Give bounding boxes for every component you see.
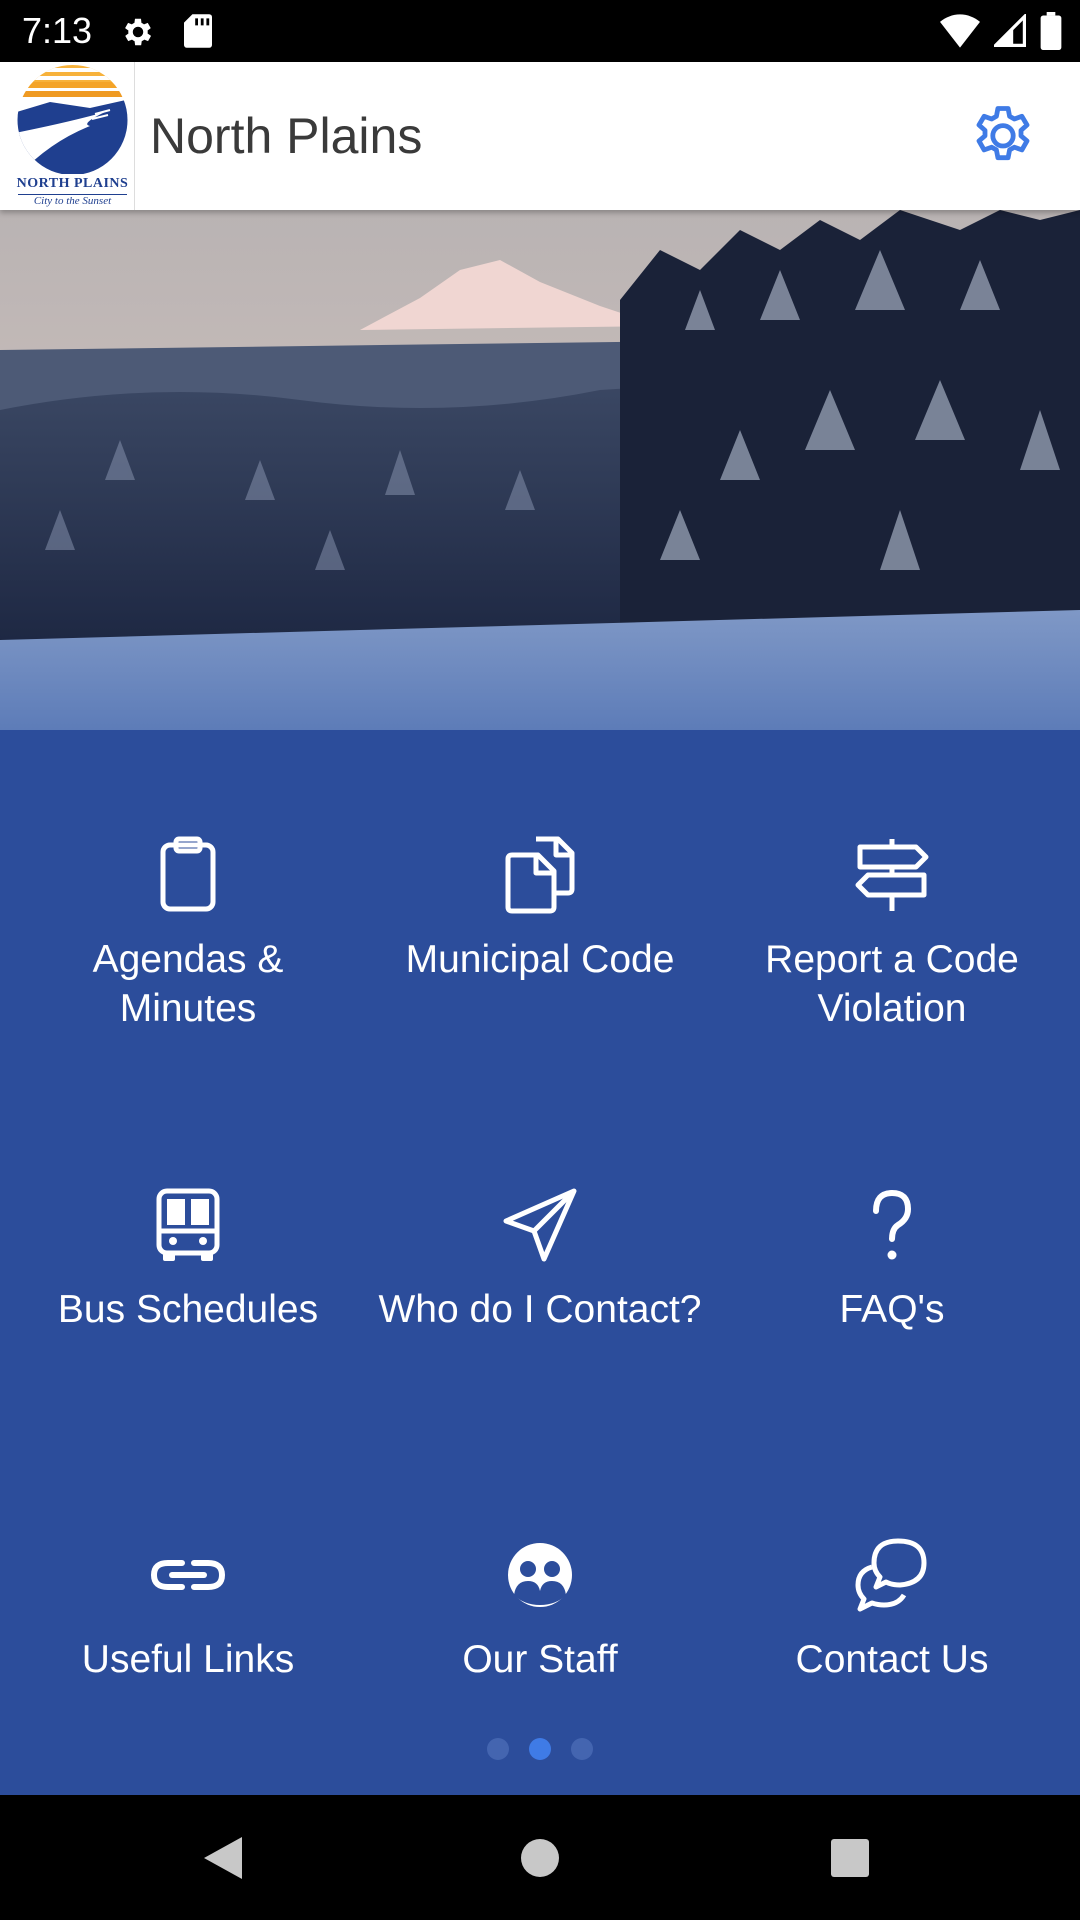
wifi-icon	[940, 14, 980, 48]
logo-tagline: City to the Sunset	[18, 194, 127, 207]
tile-label: Contact Us	[795, 1638, 989, 1681]
signal-icon	[994, 14, 1026, 47]
tile-label: Bus Schedules	[57, 1288, 319, 1331]
tile-label: Municipal Code	[405, 938, 675, 981]
winter-landscape-image	[0, 210, 1080, 730]
status-bar: 7:13	[0, 0, 1080, 62]
signpost-icon	[852, 835, 932, 915]
status-time: 7:13	[22, 10, 93, 51]
recents-button[interactable]	[817, 1825, 883, 1891]
app-bar: NORTH PLAINS City to the Sunset North Pl…	[0, 62, 1080, 210]
clipboard-icon	[148, 835, 228, 915]
tile-report-code-violation[interactable]: Report a Code Violation	[712, 730, 1072, 1030]
home-button[interactable]	[507, 1825, 573, 1891]
tile-agendas-minutes[interactable]: Agendas & Minutes	[8, 730, 368, 1030]
documents-icon	[500, 835, 580, 915]
menu-grid: Agendas & Minutes Municipal Code Report …	[0, 730, 1080, 1795]
settings-button[interactable]	[966, 100, 1040, 174]
app-title: North Plains	[150, 108, 423, 164]
page-dot-2-active[interactable]	[529, 1738, 551, 1760]
status-right	[940, 12, 1062, 50]
city-logo: NORTH PLAINS City to the Sunset	[10, 62, 135, 210]
page-dot-3[interactable]	[571, 1738, 593, 1760]
system-nav-bar	[0, 1795, 1080, 1920]
question-icon	[852, 1185, 932, 1265]
tile-label: Who do I Contact?	[378, 1288, 702, 1331]
hero-image	[0, 210, 1080, 730]
people-icon	[500, 1535, 580, 1615]
sd-card-icon	[184, 14, 212, 48]
recents-square-icon	[831, 1839, 869, 1877]
tile-label: Report a Code Violation	[765, 938, 1019, 1030]
tile-useful-links[interactable]: Useful Links	[8, 1430, 368, 1730]
tile-contact-us[interactable]: Contact Us	[712, 1430, 1072, 1730]
logo-name: NORTH PLAINS	[16, 176, 129, 191]
bus-icon	[148, 1185, 228, 1265]
settings-status-icon	[125, 18, 152, 46]
tile-who-do-i-contact[interactable]: Who do I Contact?	[360, 1080, 720, 1380]
chat-bubbles-icon	[852, 1535, 932, 1615]
battery-icon	[1040, 12, 1062, 50]
back-button[interactable]	[190, 1825, 256, 1891]
tile-label: Useful Links	[81, 1638, 295, 1681]
tile-label: FAQ's	[839, 1288, 945, 1331]
home-circle-icon	[521, 1839, 559, 1877]
tile-label: Our Staff	[462, 1638, 618, 1681]
tile-faqs[interactable]: FAQ's	[712, 1080, 1072, 1380]
paper-plane-icon	[500, 1185, 580, 1265]
back-triangle-icon	[204, 1837, 242, 1879]
tile-municipal-code[interactable]: Municipal Code	[360, 730, 720, 1030]
link-icon	[148, 1535, 228, 1615]
tile-label: Agendas & Minutes	[92, 938, 284, 1030]
tile-our-staff[interactable]: Our Staff	[360, 1430, 720, 1730]
logo-emblem-icon	[17, 65, 128, 174]
page-dot-1[interactable]	[487, 1738, 509, 1760]
gear-icon	[976, 106, 1030, 161]
page-indicator	[0, 1737, 1080, 1761]
tile-bus-schedules[interactable]: Bus Schedules	[8, 1080, 368, 1380]
